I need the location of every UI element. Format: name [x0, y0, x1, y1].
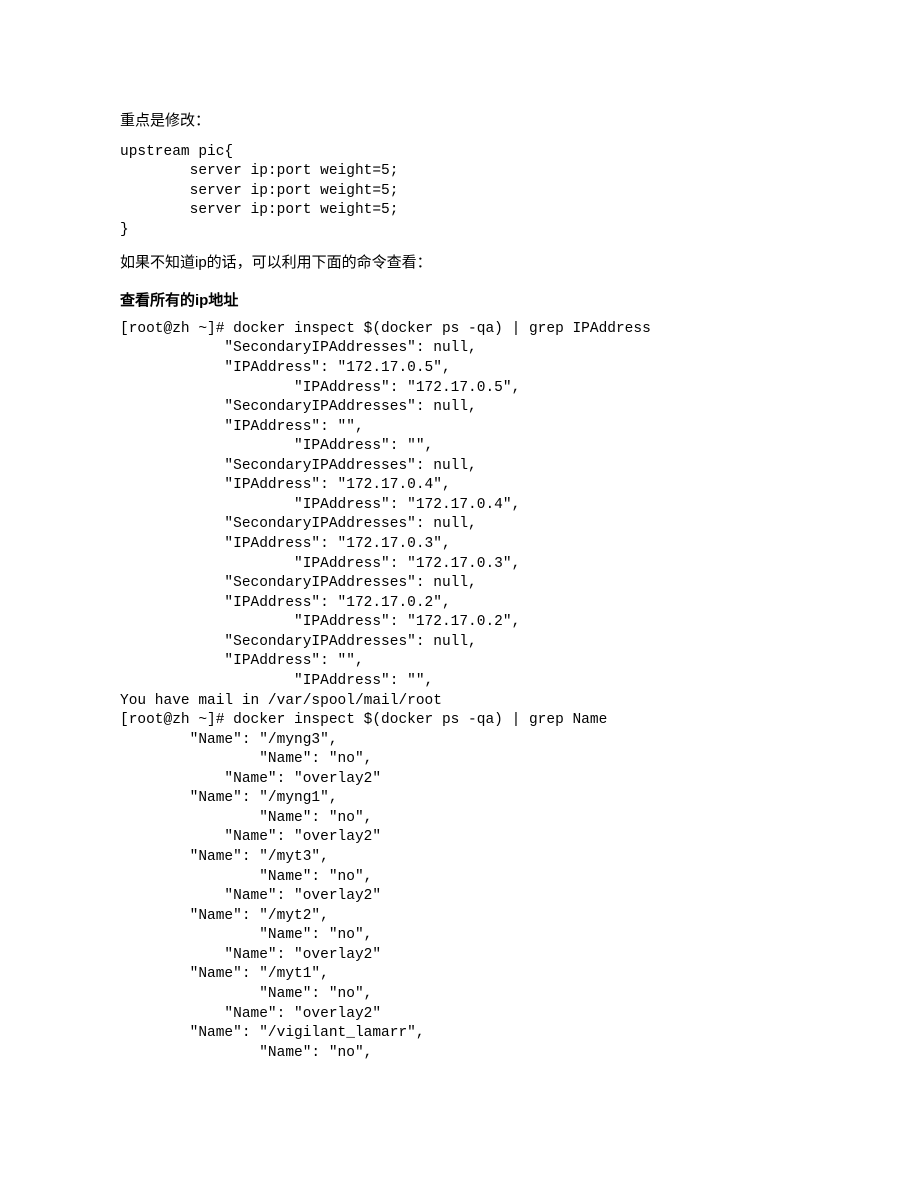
explain-paragraph: 如果不知道ip的话，可以利用下面的命令查看：: [120, 252, 800, 275]
docker-inspect-output: [root@zh ~]# docker inspect $(docker ps …: [120, 320, 800, 1063]
upstream-code-block: upstream pic{ server ip:port weight=5; s…: [120, 143, 800, 241]
section-heading-ip: 查看所有的ip地址: [120, 289, 800, 310]
document-page: 重点是修改： upstream pic{ server ip:port weig…: [0, 0, 920, 1135]
intro-paragraph: 重点是修改：: [120, 110, 800, 133]
